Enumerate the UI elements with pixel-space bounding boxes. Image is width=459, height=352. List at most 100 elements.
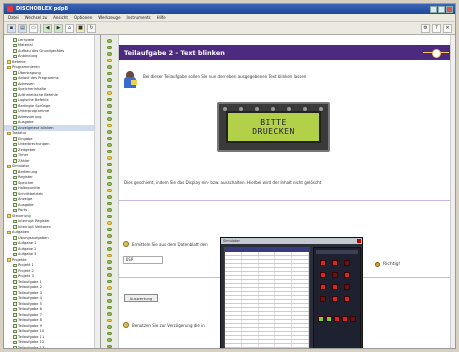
table-cell <box>292 312 309 315</box>
new-icon[interactable]: ▪ <box>7 23 16 33</box>
table-cell <box>225 324 242 327</box>
menu-datei[interactable]: Datei <box>8 15 19 20</box>
tree-scrollbar[interactable] <box>94 35 100 348</box>
page-icon <box>13 192 17 196</box>
minimize-button[interactable] <box>430 5 437 13</box>
table-cell <box>259 300 276 303</box>
page-icon <box>13 197 17 201</box>
table-cell <box>225 340 242 343</box>
page-icon <box>13 247 17 251</box>
answer-input[interactable]: DSP <box>123 256 163 264</box>
menu-optionen[interactable]: Optionen <box>74 15 92 20</box>
tree-item-label: Aufgabe 3 <box>18 252 37 257</box>
simulator-window[interactable]: Simulator <box>220 237 363 348</box>
page-scrollbar[interactable] <box>450 35 455 348</box>
page-icon <box>13 49 17 53</box>
page-icon <box>13 181 17 185</box>
tree-item-label: Anzeige <box>18 197 33 202</box>
maximize-button[interactable] <box>438 5 445 13</box>
page-icon <box>13 203 17 207</box>
table-cell <box>275 344 293 347</box>
table-cell <box>292 336 309 339</box>
tree-item-label: Tastatur <box>12 131 27 136</box>
save-icon[interactable]: ▤ <box>18 23 27 33</box>
bookmark-dot-icon <box>107 84 112 89</box>
title-bar: DISCHOBLEX pdp8 <box>4 4 455 14</box>
tree-item-label: Teilaufgabe 2 <box>18 285 42 290</box>
table-cell <box>242 268 259 271</box>
led-indicator <box>344 272 350 278</box>
close-button[interactable] <box>446 5 453 13</box>
page-icon <box>13 302 17 306</box>
table-cell <box>225 288 242 291</box>
evaluate-button[interactable]: Auswertung <box>124 294 158 302</box>
page-icon <box>13 269 17 273</box>
table-cell <box>292 276 309 279</box>
table-cell <box>292 292 309 295</box>
table-cell <box>225 252 242 255</box>
bookmark-dot-icon <box>107 78 112 82</box>
table-cell <box>242 312 259 315</box>
bookmark-dot-icon <box>107 201 112 206</box>
bookmark-dot-icon <box>107 65 112 69</box>
tree-item-label: Programmieren <box>12 65 40 70</box>
bookmark-dot-icon <box>107 175 112 180</box>
folder-icon <box>7 164 11 168</box>
refresh-icon[interactable]: ↻ <box>87 23 96 33</box>
menu-wechsel[interactable]: Wechsel zu <box>25 15 47 20</box>
toolbar: ▪ ▤ ▭ ◀ ▶ ⌂ ■ ↻ ⚙ ? ✕ <box>4 22 455 35</box>
menu-instruments[interactable]: Instruments <box>127 15 151 20</box>
lcd-line-1: BITTE <box>260 118 287 127</box>
folder-icon <box>7 230 11 234</box>
stop-icon[interactable]: ■ <box>76 23 85 33</box>
navigation-tree[interactable]: Lernziele Material Aufbau des Grundgerätes… <box>4 35 101 348</box>
print-icon[interactable]: ▭ <box>29 23 38 33</box>
help-icon[interactable]: ? <box>432 23 441 33</box>
menu-ansicht[interactable]: Ansicht <box>53 15 68 20</box>
tree-item-label: Timer <box>18 153 29 158</box>
table-cell <box>242 320 259 323</box>
page-icon <box>13 153 17 157</box>
table-cell <box>292 260 309 263</box>
table-cell <box>242 340 259 343</box>
table-cell <box>242 256 259 259</box>
led-indicator <box>320 272 326 278</box>
led-indicator <box>332 296 338 302</box>
simulator-close-button[interactable] <box>357 239 361 243</box>
tree-item[interactable]: Teilaufgabe 13 <box>4 345 100 348</box>
table-cell <box>292 340 309 343</box>
bookmark-dot-icon <box>107 91 112 95</box>
table-cell <box>292 344 309 347</box>
table-cell <box>225 316 242 319</box>
home-icon[interactable]: ⌂ <box>65 23 74 33</box>
table-cell <box>259 264 276 267</box>
forward-icon[interactable]: ▶ <box>54 23 63 33</box>
bookmark-dot-icon <box>107 227 112 232</box>
page-icon <box>13 120 17 124</box>
table-cell <box>292 328 309 331</box>
tree-item-label: Interrupt Register <box>18 219 50 224</box>
bookmark-dot-icon <box>107 331 112 336</box>
bookmark-dot-icon <box>107 149 112 154</box>
page-header: Teilaufgabe 2 - Text blinken <box>119 45 455 60</box>
explanation-text: Dies geschieht, indem Sie das Display ei… <box>124 180 322 185</box>
register-table[interactable] <box>224 247 310 348</box>
page-icon <box>13 148 17 152</box>
page-icon <box>13 186 17 190</box>
menu-hilfe[interactable]: Hilfe <box>157 15 166 20</box>
gear-icon[interactable]: ⚙ <box>421 23 430 33</box>
table-cell <box>292 300 309 303</box>
tree-item-label: Steuerung <box>12 213 31 218</box>
menu-werkzeuge[interactable]: Werkzeuge <box>98 15 120 20</box>
tree-item-label: Aufbau des Grundgerätes <box>18 48 65 53</box>
lcd-display-image: BITTE DRUECKEN <box>217 102 330 152</box>
exit-icon[interactable]: ✕ <box>443 23 452 33</box>
table-cell <box>242 264 259 267</box>
simulator-title-bar: Simulator <box>221 238 362 244</box>
table-cell <box>275 272 293 275</box>
tree-item-label: Teilaufgabe 5 <box>18 301 42 306</box>
bookmark-dot-icon <box>107 195 112 199</box>
bookmark-dot-icon <box>107 286 112 290</box>
back-icon[interactable]: ◀ <box>43 23 52 33</box>
table-cell <box>242 304 259 307</box>
